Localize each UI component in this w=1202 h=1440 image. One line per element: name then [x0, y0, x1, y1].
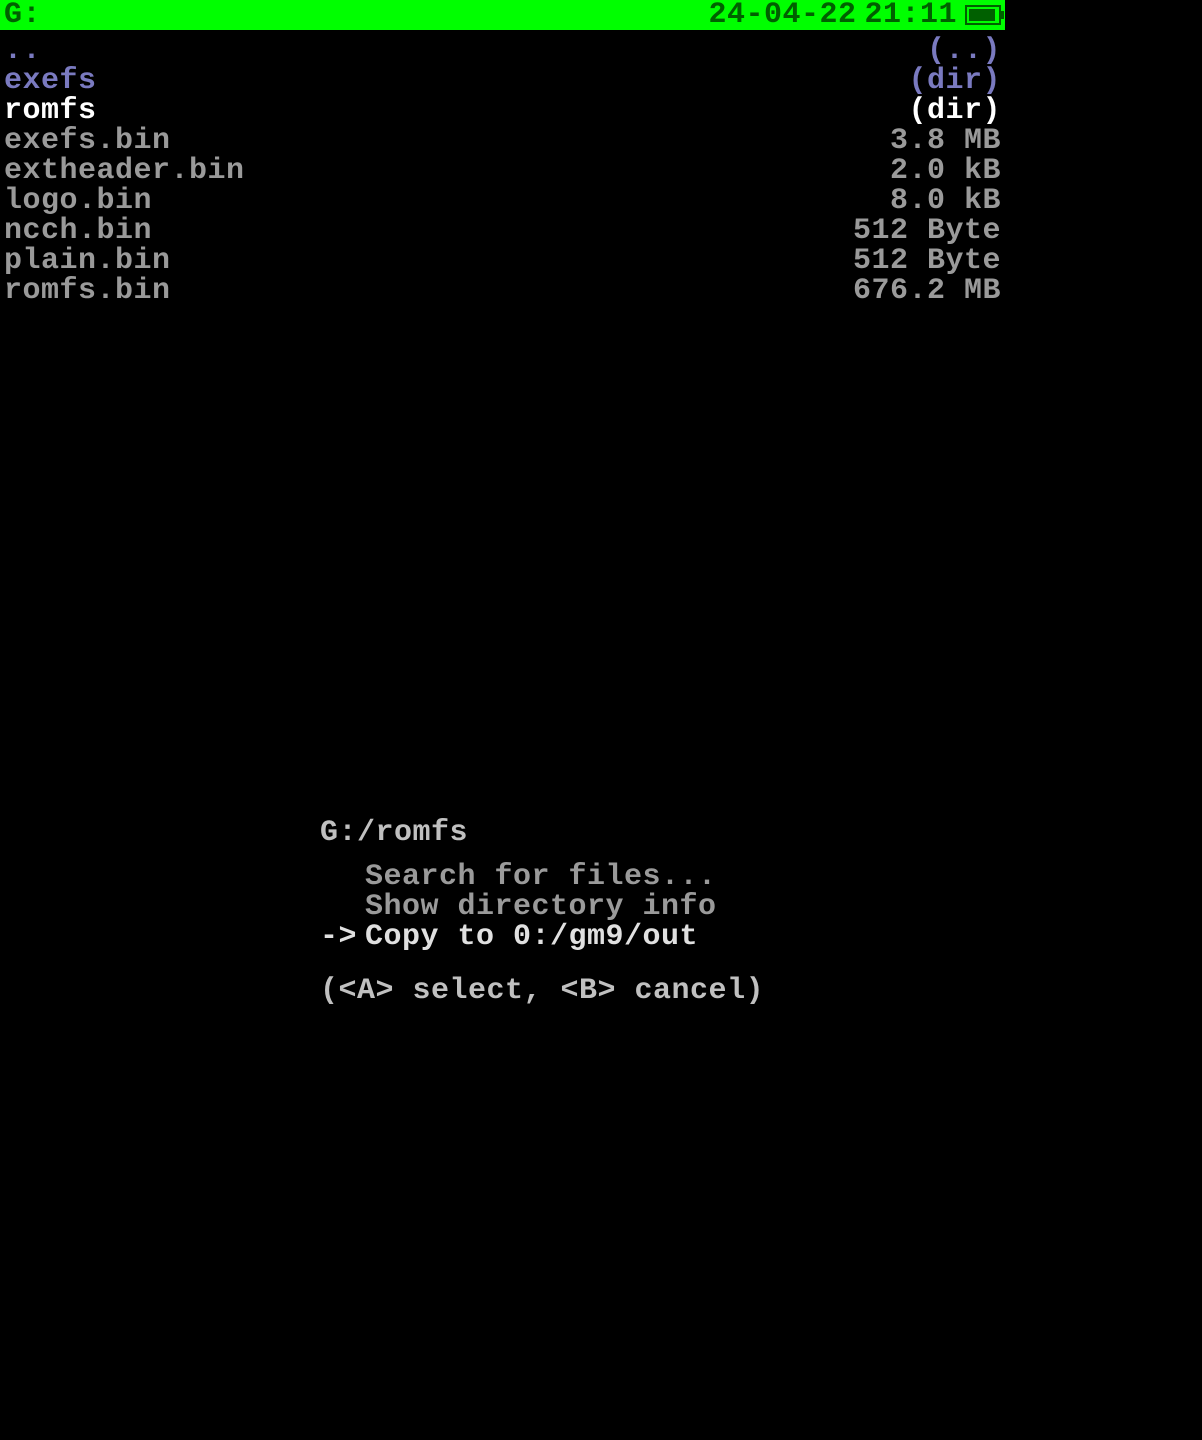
- file-size: 3.8 MB: [890, 126, 1001, 156]
- menu-arrow-icon: ->: [320, 922, 365, 952]
- context-menu: G:/romfs Search for files...Show directo…: [320, 818, 1202, 1006]
- file-name: plain.bin: [4, 246, 171, 276]
- file-list: .. (..) exefs (dir) romfs (dir) exefs.bin 3.8 M…: [0, 30, 1005, 306]
- file-row[interactable]: ncch.bin 512 Byte: [4, 216, 1001, 246]
- file-size: (dir): [908, 96, 1001, 126]
- file-row[interactable]: exefs.bin 3.8 MB: [4, 126, 1001, 156]
- status-right: 24-04-22 21:11: [708, 0, 1001, 30]
- bottom-screen: G:/romfs Search for files...Show directo…: [0, 720, 1202, 1440]
- file-size: 8.0 kB: [890, 186, 1001, 216]
- file-size: 2.0 kB: [890, 156, 1001, 186]
- file-row[interactable]: extheader.bin 2.0 kB: [4, 156, 1001, 186]
- file-size: (dir): [908, 66, 1001, 96]
- file-name: exefs.bin: [4, 126, 171, 156]
- top-screen: G: 24-04-22 21:11 .. (..) exefs (dir) romfs (…: [0, 0, 1005, 720]
- file-row[interactable]: exefs (dir): [4, 66, 1001, 96]
- menu-item-label: Search for files...: [365, 862, 717, 892]
- file-name: logo.bin: [4, 186, 152, 216]
- file-name: romfs.bin: [4, 276, 171, 306]
- file-row[interactable]: plain.bin 512 Byte: [4, 246, 1001, 276]
- file-size: 676.2 MB: [853, 276, 1001, 306]
- file-size: 512 Byte: [853, 246, 1001, 276]
- menu-hint: (<A> select, <B> cancel): [320, 976, 1202, 1006]
- drive-label: G:: [4, 0, 41, 30]
- file-size: (..): [927, 36, 1001, 66]
- menu-item-label: Show directory info: [365, 892, 717, 922]
- file-name: ..: [4, 36, 41, 66]
- file-name: extheader.bin: [4, 156, 245, 186]
- menu-item-label: Copy to 0:/gm9/out: [365, 922, 698, 952]
- file-row[interactable]: logo.bin 8.0 kB: [4, 186, 1001, 216]
- menu-item[interactable]: ->Copy to 0:/gm9/out: [320, 922, 1202, 952]
- status-bar: G: 24-04-22 21:11: [0, 0, 1005, 30]
- menu-path: G:/romfs: [320, 818, 1202, 848]
- menu-item[interactable]: Show directory info: [320, 892, 1202, 922]
- file-row[interactable]: romfs.bin 676.2 MB: [4, 276, 1001, 306]
- file-row[interactable]: .. (..): [4, 36, 1001, 66]
- battery-icon: [965, 5, 1001, 25]
- status-time: 21:11: [864, 0, 957, 30]
- menu-items: Search for files...Show directory info->…: [320, 862, 1202, 952]
- status-date: 24-04-22: [708, 0, 856, 30]
- file-name: exefs: [4, 66, 97, 96]
- file-size: 512 Byte: [853, 216, 1001, 246]
- file-name: ncch.bin: [4, 216, 152, 246]
- file-row[interactable]: romfs (dir): [4, 96, 1001, 126]
- file-name: romfs: [4, 96, 97, 126]
- menu-item[interactable]: Search for files...: [320, 862, 1202, 892]
